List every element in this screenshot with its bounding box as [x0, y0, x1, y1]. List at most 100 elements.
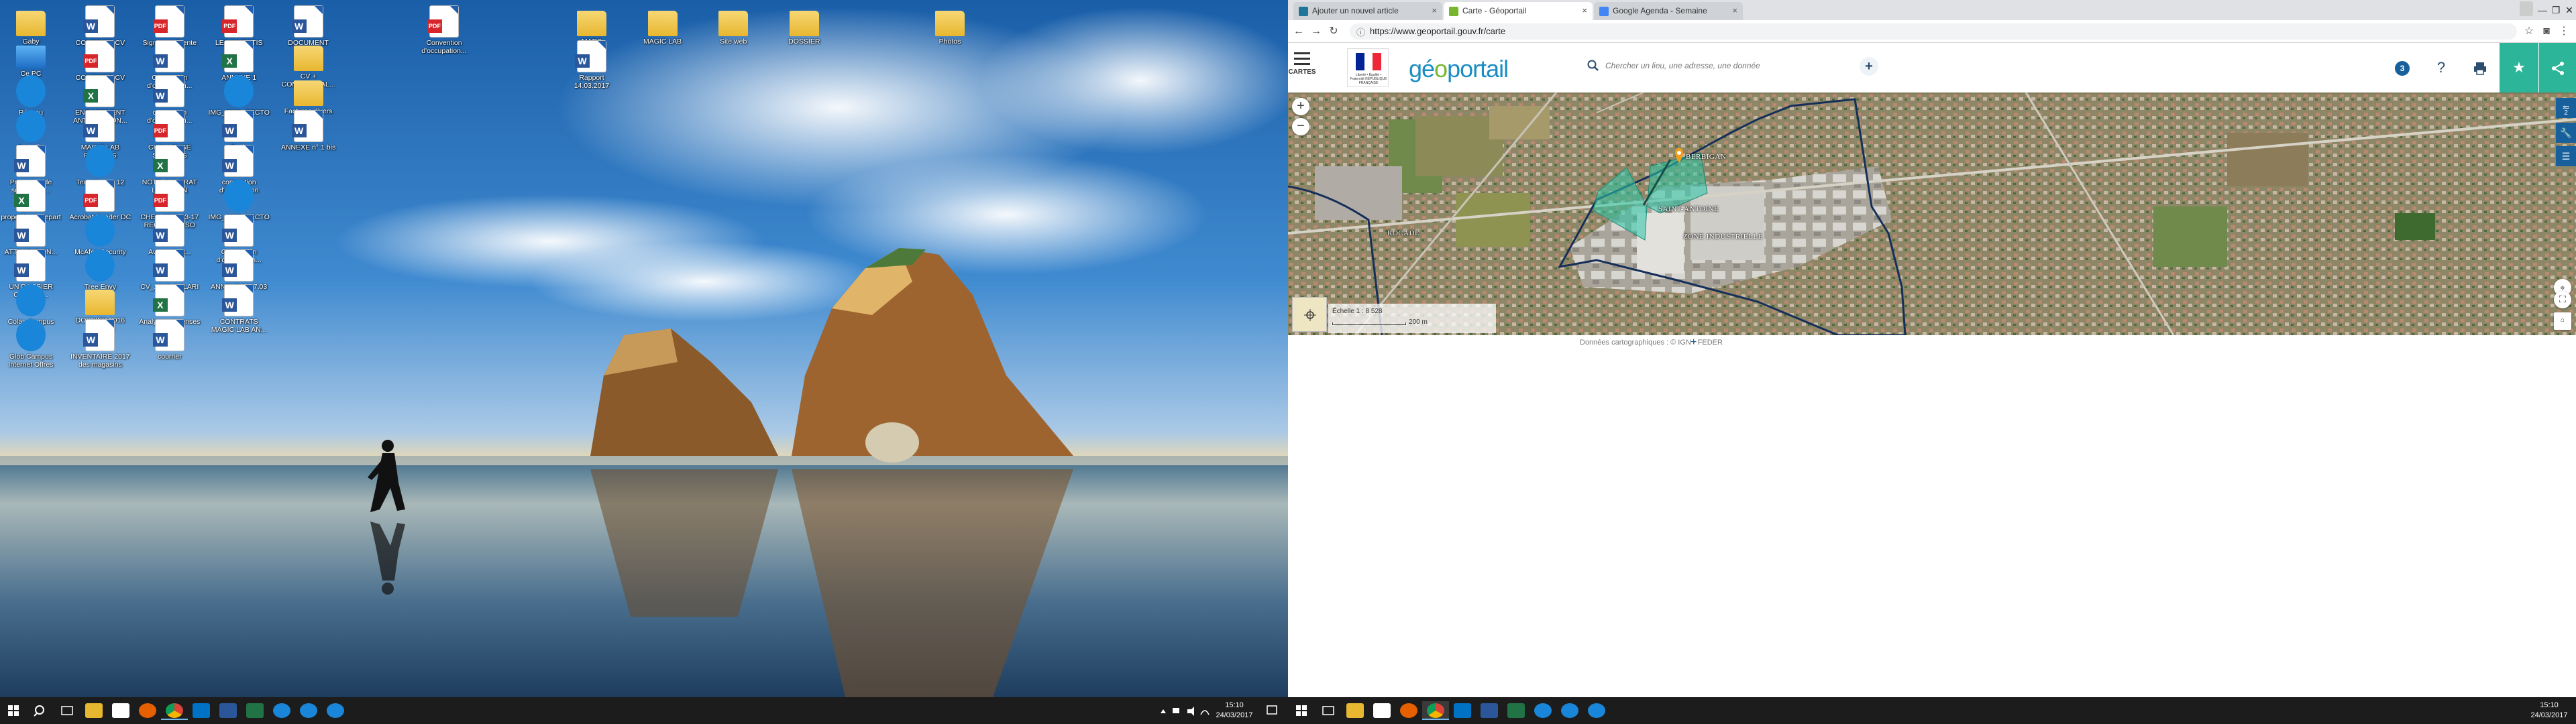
- excel-icon: [246, 703, 264, 718]
- desktop-icon[interactable]: Wcourrier: [139, 316, 201, 361]
- excel-file-icon: X: [14, 180, 46, 212]
- tab-ajouter-article[interactable]: Ajouter un nouvel article ×: [1293, 2, 1442, 20]
- minimize-button[interactable]: —: [2536, 0, 2549, 20]
- taskbar-app-chrome[interactable]: [1422, 701, 1449, 720]
- clock-time: 15:10: [2540, 701, 2559, 709]
- map-canvas[interactable]: BERBIGAN SAINT-ANTOINE ZONE INDUSTRIELLE…: [1288, 93, 2576, 335]
- address-bar[interactable]: ⓘ https://www.geoportail.gouv.fr/carte: [1350, 23, 2517, 40]
- forward-button[interactable]: →: [1308, 24, 1324, 39]
- pdf-file-icon: PDF: [152, 110, 184, 142]
- star-icon: ★: [2512, 59, 2526, 76]
- app-file-icon: [224, 180, 254, 212]
- desktop-icon[interactable]: MAGIC LAB: [632, 3, 694, 46]
- favorites-button[interactable]: ★: [2500, 43, 2538, 93]
- taskbar-app-glob[interactable]: [295, 701, 322, 720]
- task-view-button[interactable]: [1315, 701, 1342, 720]
- taskbar-app-word[interactable]: [215, 701, 241, 720]
- taskbar-app-word[interactable]: [1476, 701, 1503, 720]
- tray-icons: [1161, 707, 1210, 716]
- taskbar-app-glob-2[interactable]: [322, 701, 349, 720]
- taskbar-app-firefox[interactable]: [134, 701, 161, 720]
- taskbar-app-excel[interactable]: [1503, 701, 1529, 720]
- print-button[interactable]: [2461, 43, 2500, 93]
- desktop-icon[interactable]: W INVENTAIRE 2017 des magasins: [69, 316, 131, 369]
- tab-google-agenda[interactable]: Google Agenda - Semaine ×: [1594, 2, 1743, 20]
- extension-icon[interactable]: ◙: [2538, 24, 2555, 39]
- reload-button[interactable]: ↻: [1326, 24, 1342, 39]
- overview-map[interactable]: [1292, 297, 1327, 332]
- search-input[interactable]: [1605, 59, 1860, 72]
- desktop-icon[interactable]: W ANNEXE n° 1 bis: [278, 107, 339, 152]
- taskbar-app-store[interactable]: [107, 701, 134, 720]
- tools-button[interactable]: 🔧: [2556, 123, 2576, 143]
- geoportail-logo[interactable]: géoportail: [1409, 55, 1509, 83]
- taskbar-clock[interactable]: 15:10 24/03/2017: [1214, 701, 1254, 721]
- share-button[interactable]: [2538, 43, 2576, 93]
- view-3d-button[interactable]: ⌂: [2554, 312, 2571, 330]
- cartes-menu-button[interactable]: CARTES: [1288, 43, 1316, 93]
- attribution-expand-icon[interactable]: +: [1690, 337, 1697, 349]
- taskbar-app-chrome[interactable]: [161, 701, 188, 720]
- start-button[interactable]: [1288, 701, 1315, 720]
- task-view-icon: [61, 706, 73, 715]
- taskbar-app-file-explorer[interactable]: [80, 701, 107, 720]
- start-button[interactable]: [0, 701, 27, 720]
- taskbar-app-colas[interactable]: [1529, 701, 1556, 720]
- desktop-icon-label: INVENTAIRE 2017 des magasins: [70, 353, 130, 369]
- taskbar-app-outlook[interactable]: [1449, 701, 1476, 720]
- new-tab-button[interactable]: [1744, 2, 1763, 20]
- tab-geoportail[interactable]: Carte - Géoportail ×: [1444, 2, 1593, 20]
- taskbar-clock[interactable]: 15:10 24/03/2017: [2529, 701, 2569, 721]
- taskbar-app-file-explorer[interactable]: [1342, 701, 1368, 720]
- fullscreen-button[interactable]: ⛶: [2554, 291, 2571, 308]
- task-view-button[interactable]: [54, 701, 80, 720]
- desktop-icon[interactable]: PDF Convention d'occupation...: [413, 3, 475, 55]
- menu-icon[interactable]: ⋮: [2556, 24, 2572, 39]
- windows-icon: [1296, 705, 1307, 716]
- taskbar-app-outlook[interactable]: [188, 701, 215, 720]
- zoom-out-button[interactable]: −: [1292, 118, 1309, 135]
- desktop-icon[interactable]: W CONTRATS MAGIC LAB AN...: [208, 282, 270, 334]
- zoom-in-button[interactable]: +: [1292, 98, 1309, 115]
- taskbar-app-excel[interactable]: [241, 701, 268, 720]
- pdf-file-icon: PDF: [222, 5, 254, 38]
- taskbar-app-glob-2[interactable]: [1583, 701, 1610, 720]
- desktop-icon[interactable]: Site web: [702, 3, 764, 46]
- desktop-icon[interactable]: DOSSIER: [773, 3, 835, 46]
- right-monitor: Ajouter un nouvel article × Carte - Géop…: [1288, 0, 2576, 724]
- desktop-icon[interactable]: W Rapport 14.03.2017: [561, 38, 623, 90]
- system-tray[interactable]: [1154, 701, 1214, 720]
- back-button[interactable]: ←: [1291, 24, 1307, 39]
- firefox-icon: [139, 703, 156, 718]
- maximize-button[interactable]: ❐: [2549, 0, 2563, 20]
- desktop-icon[interactable]: Photos: [919, 3, 981, 46]
- calendar-icon: [1599, 7, 1609, 16]
- profile-icon[interactable]: [2520, 1, 2533, 16]
- aerial-map: [1288, 93, 2576, 335]
- close-icon[interactable]: ×: [1732, 5, 1737, 15]
- desktop-icon[interactable]: Glob Campus Internet Offres: [0, 316, 62, 369]
- excel-file-icon: X: [222, 40, 254, 72]
- taskbar-app-firefox[interactable]: [1395, 701, 1422, 720]
- pdf-file-icon: PDF: [427, 5, 459, 38]
- pc-file-icon: [16, 46, 46, 68]
- advanced-search-button[interactable]: +: [1860, 57, 1878, 76]
- taskbar-left: 15:10 24/03/2017: [0, 697, 1288, 724]
- legend-button[interactable]: ☰: [2556, 146, 2576, 166]
- print-icon: [2474, 62, 2486, 75]
- search-taskbar-button[interactable]: [27, 701, 54, 720]
- geoportail-icon: [1449, 7, 1458, 16]
- desktop-icon[interactable]: Ce PC: [0, 38, 62, 78]
- taskbar-app-store[interactable]: [1368, 701, 1395, 720]
- action-center-button[interactable]: [1258, 701, 1285, 720]
- scale-bar: [1332, 322, 1406, 325]
- close-window-button[interactable]: ✕: [2563, 0, 2576, 20]
- close-icon[interactable]: ×: [1432, 5, 1437, 15]
- help-button[interactable]: ?: [2422, 43, 2461, 93]
- taskbar-app-colas[interactable]: [268, 701, 295, 720]
- bookmark-star-icon[interactable]: ☆: [2521, 24, 2537, 39]
- taskbar-app-glob[interactable]: [1556, 701, 1583, 720]
- notifications-button[interactable]: 3: [2383, 43, 2422, 93]
- word-file-icon: W: [291, 5, 323, 38]
- close-icon[interactable]: ×: [1582, 5, 1587, 15]
